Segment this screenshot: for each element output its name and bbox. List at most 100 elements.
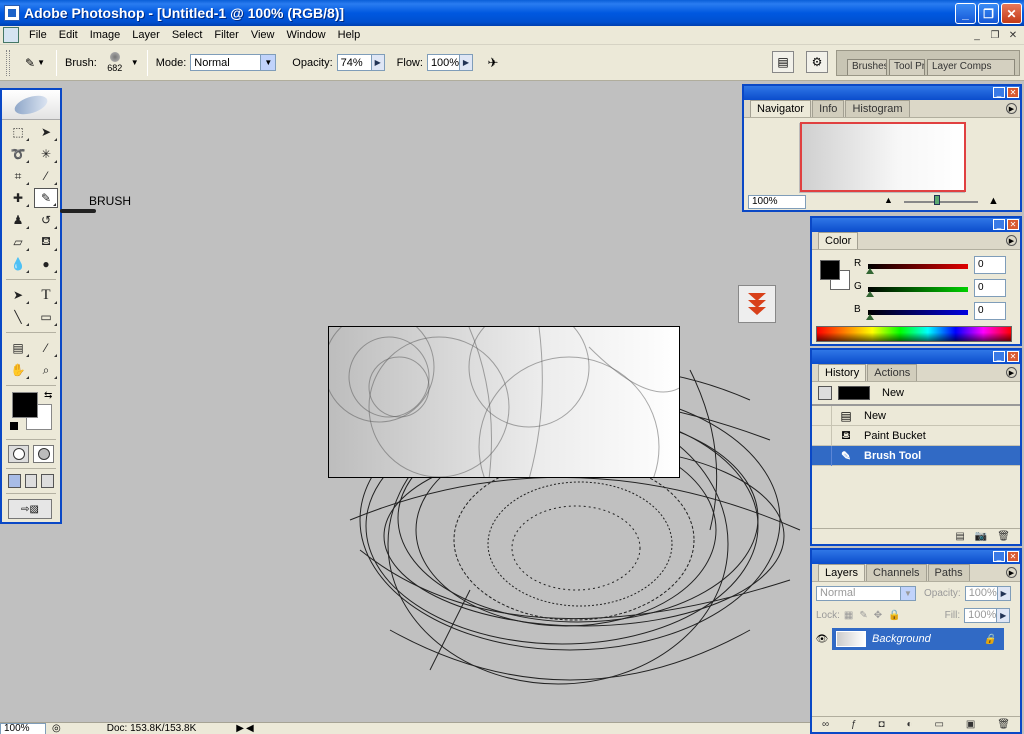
green-slider[interactable]: G 0 [854, 279, 1010, 301]
well-tab-brushes[interactable]: Brushes [847, 59, 887, 75]
full-screen-menu-mode-button[interactable] [24, 474, 38, 488]
tab-color[interactable]: Color [818, 232, 859, 249]
tab-actions[interactable]: Actions [867, 364, 918, 381]
red-value-field[interactable]: 0 [974, 256, 1006, 274]
color-foreground-swatch[interactable] [820, 260, 840, 280]
new-group-icon[interactable]: ▭ [935, 719, 944, 730]
new-fill-layer-icon[interactable]: ◐ [907, 719, 913, 730]
quick-mask-button[interactable] [33, 445, 54, 463]
trash-icon[interactable]: 🗑 [997, 719, 1010, 730]
menu-help[interactable]: Help [332, 29, 367, 41]
file-browser-icon[interactable]: ⚙ [806, 51, 828, 73]
tab-channels[interactable]: Channels [866, 564, 927, 581]
slice-tool-icon[interactable]: ⁄ [34, 166, 58, 186]
color-spectrum-bar[interactable] [816, 326, 1012, 342]
standard-screen-mode-button[interactable] [8, 474, 21, 488]
magic-wand-tool-icon[interactable]: ✳ [34, 144, 58, 164]
zoom-in-icon[interactable]: ▲ [988, 195, 999, 207]
red-slider[interactable]: R 0 [854, 256, 1010, 278]
tab-histogram[interactable]: Histogram [845, 100, 910, 117]
tab-paths[interactable]: Paths [927, 564, 970, 581]
download-arrow-icon[interactable] [738, 285, 776, 323]
snapshot-brush-source-icon[interactable] [818, 386, 832, 400]
navigator-zoom-slider[interactable] [904, 201, 978, 203]
zoom-out-icon[interactable]: ▲ [884, 195, 893, 205]
blend-mode-select[interactable]: Normal ▼ [816, 585, 916, 601]
status-menu-icon[interactable]: ◎ [52, 723, 61, 734]
opacity-field[interactable]: 74% ▶ [336, 54, 385, 71]
type-tool-icon[interactable]: T [34, 285, 58, 305]
blue-slider[interactable]: B 0 [854, 302, 1010, 324]
palette-menu-icon[interactable]: ▶ [1006, 367, 1017, 378]
history-snapshot[interactable]: New [812, 382, 1020, 406]
green-value-field[interactable]: 0 [974, 279, 1006, 297]
menu-edit[interactable]: Edit [53, 29, 84, 41]
doc-close-button[interactable]: ✕ [1006, 28, 1020, 42]
document-window[interactable] [328, 326, 680, 478]
menu-layer[interactable]: Layer [126, 29, 166, 41]
status-zoom-field[interactable]: 100% [0, 722, 46, 734]
palette-menu-icon[interactable]: ▤ [772, 51, 794, 73]
well-tab-tool-presets[interactable]: Tool Pr [889, 59, 925, 75]
tool-preset-picker[interactable]: ✎ ▼ [18, 50, 52, 76]
tab-navigator[interactable]: Navigator [750, 100, 812, 117]
tab-history[interactable]: History [818, 364, 867, 381]
layer-row-background[interactable]: 👁 Background 🔒 [812, 628, 1020, 650]
tab-info[interactable]: Info [812, 100, 845, 117]
scroll-left-icon[interactable]: ◀ [246, 723, 254, 734]
palette-close-button[interactable]: ✕ [1007, 551, 1019, 562]
well-tab-layer-comps[interactable]: Layer Comps [927, 59, 1015, 75]
move-tool-icon[interactable]: ➤ [34, 122, 58, 142]
flow-field[interactable]: 100% ▶ [426, 54, 473, 71]
crop-tool-icon[interactable]: ⌗ [6, 166, 30, 186]
marquee-tool-icon[interactable]: ⬚ [6, 122, 30, 142]
minimize-button[interactable]: _ [955, 3, 976, 24]
foreground-color-swatch[interactable] [12, 392, 38, 418]
flow-slider-arrow-icon[interactable]: ▶ [458, 55, 472, 70]
history-item[interactable]: ⛾ Paint Bucket [812, 425, 1020, 446]
photoshop-app-icon[interactable] [4, 5, 20, 21]
new-document-from-state-icon[interactable]: ▤ [955, 531, 964, 542]
document-control-icon[interactable] [3, 27, 19, 43]
eye-icon[interactable]: 👁 [812, 634, 832, 645]
layer-style-icon[interactable]: ƒ [851, 719, 857, 730]
brush-picker-arrow-icon[interactable]: ▼ [131, 58, 139, 67]
palette-minimize-button[interactable]: _ [993, 219, 1005, 230]
palette-close-button[interactable]: ✕ [1007, 351, 1019, 362]
add-mask-icon[interactable]: ◘ [879, 719, 885, 730]
palette-menu-icon[interactable]: ▶ [1006, 235, 1017, 246]
healing-brush-tool-icon[interactable]: ✚ [6, 188, 30, 208]
brush-tool-icon[interactable]: ✎ [34, 188, 58, 208]
jump-to-imageready-button[interactable]: ⇨▧ [8, 499, 52, 519]
close-button[interactable]: ✕ [1001, 3, 1022, 24]
palette-close-button[interactable]: ✕ [1007, 219, 1019, 230]
blue-value-field[interactable]: 0 [974, 302, 1006, 320]
full-screen-mode-button[interactable] [41, 474, 55, 488]
hand-tool-icon[interactable]: ✋ [6, 360, 30, 380]
menu-select[interactable]: Select [166, 29, 209, 41]
pen-tool-icon[interactable]: ╲ [6, 307, 30, 327]
navigator-zoom-thumb[interactable] [934, 195, 940, 205]
menu-view[interactable]: View [245, 29, 281, 41]
status-arrow-icon[interactable]: ▶ [236, 723, 244, 734]
menu-file[interactable]: File [23, 29, 53, 41]
shape-tool-icon[interactable]: ▭ [34, 307, 58, 327]
blur-tool-icon[interactable]: 💧 [6, 254, 30, 274]
swap-colors-icon[interactable]: ⇆ [44, 390, 52, 401]
lock-position-icon[interactable]: ✥ [874, 610, 882, 621]
lock-all-icon[interactable]: 🔒 [888, 610, 900, 621]
lasso-tool-icon[interactable]: ➰ [6, 144, 30, 164]
eraser-tool-icon[interactable]: ▱ [6, 232, 30, 252]
mode-select[interactable]: Normal ▼ [190, 54, 277, 71]
trash-icon[interactable]: 🗑 [997, 531, 1010, 542]
zoom-tool-icon[interactable]: ⌕ [34, 360, 58, 380]
palette-menu-icon[interactable]: ▶ [1006, 567, 1017, 578]
dodge-tool-icon[interactable]: ● [34, 254, 58, 274]
clone-stamp-tool-icon[interactable]: ♟ [6, 210, 30, 230]
lock-image-icon[interactable]: ✎ [859, 610, 867, 621]
eyedropper-tool-icon[interactable]: ⁄ [34, 338, 58, 358]
menu-window[interactable]: Window [281, 29, 332, 41]
default-colors-icon[interactable] [10, 422, 18, 430]
menu-filter[interactable]: Filter [208, 29, 244, 41]
menu-image[interactable]: Image [84, 29, 127, 41]
